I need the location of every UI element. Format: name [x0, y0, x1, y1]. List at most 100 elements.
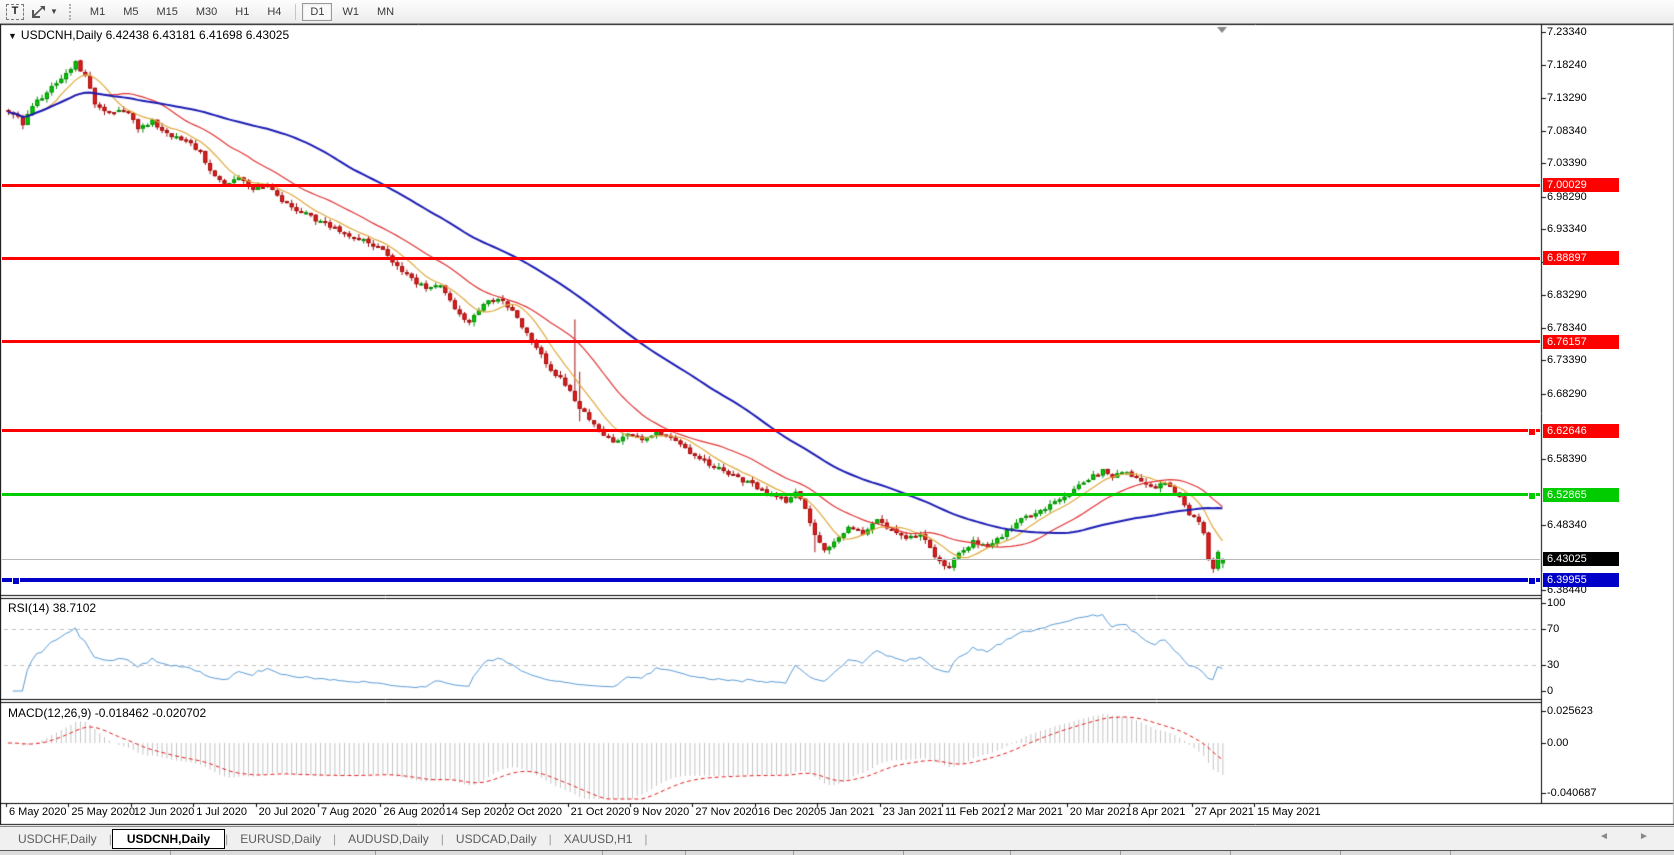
support-resistance-line[interactable] — [2, 493, 1540, 496]
timeframe-button-m15[interactable]: M15 — [148, 3, 185, 21]
line-handle[interactable] — [1528, 577, 1536, 585]
price-axis-label: 6.78340 — [1547, 322, 1587, 334]
dropdown-caret-icon[interactable]: ▼ — [50, 7, 58, 16]
macd-scale-label: -0.040687 — [1547, 787, 1597, 799]
date-axis-label: 11 Feb 2021 — [945, 806, 1006, 818]
chart-symbol-period: USDCNH,Daily — [21, 28, 102, 42]
tabs-scroll-right-button[interactable]: ► — [1636, 831, 1652, 842]
date-axis-label: 14 Sep 2020 — [446, 806, 508, 818]
hline-price-badge: 6.52865 — [1543, 488, 1619, 502]
hline-price-badge: 6.76157 — [1543, 335, 1619, 349]
hline-price-badge: 6.88897 — [1543, 251, 1619, 265]
price-axis-label: 7.08340 — [1547, 125, 1587, 137]
symbol-tabbar: USDCHF,Daily|USDCNH,Daily|EURUSD,Daily|A… — [0, 826, 1674, 850]
chart-canvas[interactable] — [0, 0, 1674, 854]
date-axis-label: 9 Nov 2020 — [633, 806, 689, 818]
macd-name: MACD(12,26,9) — [8, 706, 91, 720]
rsi-scale-label: 30 — [1547, 659, 1559, 671]
status-segment-divider — [793, 851, 794, 855]
date-axis-label: 26 Aug 2020 — [383, 806, 445, 818]
date-axis-label: 23 Jan 2021 — [883, 806, 944, 818]
date-axis-label: 6 May 2020 — [9, 806, 66, 818]
top-toolbar: T ▼ M1M5M15M30H1H4 D1W1MN — [0, 0, 1674, 24]
status-segment-divider — [170, 851, 171, 855]
date-axis-label: 27 Apr 2021 — [1195, 806, 1254, 818]
price-axis-label: 6.73390 — [1547, 354, 1587, 366]
rsi-scale-label: 100 — [1547, 597, 1565, 609]
date-axis-label: 20 Mar 2021 — [1070, 806, 1132, 818]
chart-ohlc-values: 6.42438 6.43181 6.41698 6.43025 — [106, 28, 290, 42]
support-resistance-line[interactable] — [2, 257, 1540, 260]
timeframe-toolbar: M1M5M15M30H1H4 D1W1MN — [81, 3, 403, 21]
timeframe-button-h4[interactable]: H4 — [259, 3, 289, 21]
date-axis-label: 7 Aug 2020 — [321, 806, 377, 818]
price-axis-label: 6.83290 — [1547, 289, 1587, 301]
timeframe-button-h1[interactable]: H1 — [227, 3, 257, 21]
date-axis-label: 1 Jul 2020 — [196, 806, 247, 818]
date-axis-label: 25 May 2020 — [71, 806, 135, 818]
price-axis-label: 6.58390 — [1547, 453, 1587, 465]
status-segment-divider — [1340, 851, 1341, 855]
trading-platform: { "toolbar": { "text_tool_label": "T", "… — [0, 0, 1674, 854]
tab-usdchf-daily[interactable]: USDCHF,Daily — [6, 830, 109, 848]
line-handle[interactable] — [12, 577, 20, 585]
price-axis-label: 7.13290 — [1547, 92, 1587, 104]
date-axis-label: 8 Apr 2021 — [1132, 806, 1185, 818]
line-handle[interactable] — [1528, 492, 1536, 500]
macd-scale-label: 0.025623 — [1547, 705, 1593, 717]
tab-usdcad-daily[interactable]: USDCAD,Daily — [444, 830, 549, 848]
chart-title-dropdown-icon[interactable]: ▼ — [8, 31, 17, 41]
support-resistance-line[interactable] — [2, 340, 1540, 343]
date-axis-label: 2 Mar 2021 — [1007, 806, 1063, 818]
rsi-name: RSI(14) — [8, 601, 49, 615]
tab-xauusd-h1[interactable]: XAUUSD,H1 — [552, 830, 645, 848]
hline-price-badge: 6.39955 — [1543, 573, 1619, 587]
date-axis-label: 12 Jun 2020 — [134, 806, 195, 818]
tab-audusd-daily[interactable]: AUDUSD,Daily — [336, 830, 441, 848]
bottom-panel-edge — [0, 850, 1674, 855]
timeframe-button-w1[interactable]: W1 — [334, 3, 367, 21]
tabs-scroll-left-button[interactable]: ◄ — [1596, 831, 1612, 842]
macd-indicator-label: MACD(12,26,9) -0.018462 -0.020702 — [8, 706, 206, 720]
date-axis-label: 16 Dec 2020 — [758, 806, 820, 818]
rsi-scale-label: 70 — [1547, 623, 1559, 635]
timeframe-button-m30[interactable]: M30 — [188, 3, 225, 21]
status-segment-divider — [903, 851, 904, 855]
support-resistance-line[interactable] — [2, 578, 1540, 582]
arrow-objects-button[interactable]: ▼ — [30, 2, 59, 22]
status-segment-divider — [685, 851, 686, 855]
date-axis-label: 15 May 2021 — [1257, 806, 1321, 818]
chart-title[interactable]: ▼ USDCNH,Daily 6.42438 6.43181 6.41698 6.… — [8, 28, 289, 42]
status-segment-divider — [1010, 851, 1011, 855]
price-axis-label: 7.23340 — [1547, 26, 1587, 38]
support-resistance-line[interactable] — [2, 184, 1540, 187]
tab-eurusd-daily[interactable]: EURUSD,Daily — [228, 830, 333, 848]
date-axis-label: 27 Nov 2020 — [695, 806, 757, 818]
date-axis-label: 20 Jul 2020 — [259, 806, 316, 818]
price-axis-label: 7.18240 — [1547, 59, 1587, 71]
status-segment-divider — [375, 851, 376, 855]
tab-usdcnh-daily[interactable]: USDCNH,Daily — [112, 829, 225, 849]
timeframe-button-mn[interactable]: MN — [369, 3, 402, 21]
toolbar-grip — [69, 4, 75, 20]
status-segment-divider — [602, 851, 603, 855]
rsi-scale-label: 0 — [1547, 685, 1553, 697]
status-segment-divider — [1120, 851, 1121, 855]
macd-values: -0.018462 -0.020702 — [95, 706, 206, 720]
arrows-icon — [31, 5, 47, 19]
rsi-value: 38.7102 — [53, 601, 96, 615]
timeframe-button-m1[interactable]: M1 — [82, 3, 113, 21]
hline-price-badge: 6.62646 — [1543, 424, 1619, 438]
timeframe-button-m5[interactable]: M5 — [115, 3, 146, 21]
price-axis-label: 6.48340 — [1547, 519, 1587, 531]
price-axis-label: 6.98290 — [1547, 191, 1587, 203]
timeframe-button-d1[interactable]: D1 — [302, 3, 332, 21]
price-axis-label: 6.68290 — [1547, 388, 1587, 400]
date-axis-label: 2 Oct 2020 — [508, 806, 562, 818]
line-handle[interactable] — [1528, 428, 1536, 436]
macd-scale-label: 0.00 — [1547, 737, 1568, 749]
support-resistance-line[interactable] — [2, 429, 1540, 432]
toolbar-separator — [295, 4, 296, 20]
text-tool-button[interactable]: T — [4, 2, 26, 22]
date-axis-label: 21 Oct 2020 — [571, 806, 631, 818]
